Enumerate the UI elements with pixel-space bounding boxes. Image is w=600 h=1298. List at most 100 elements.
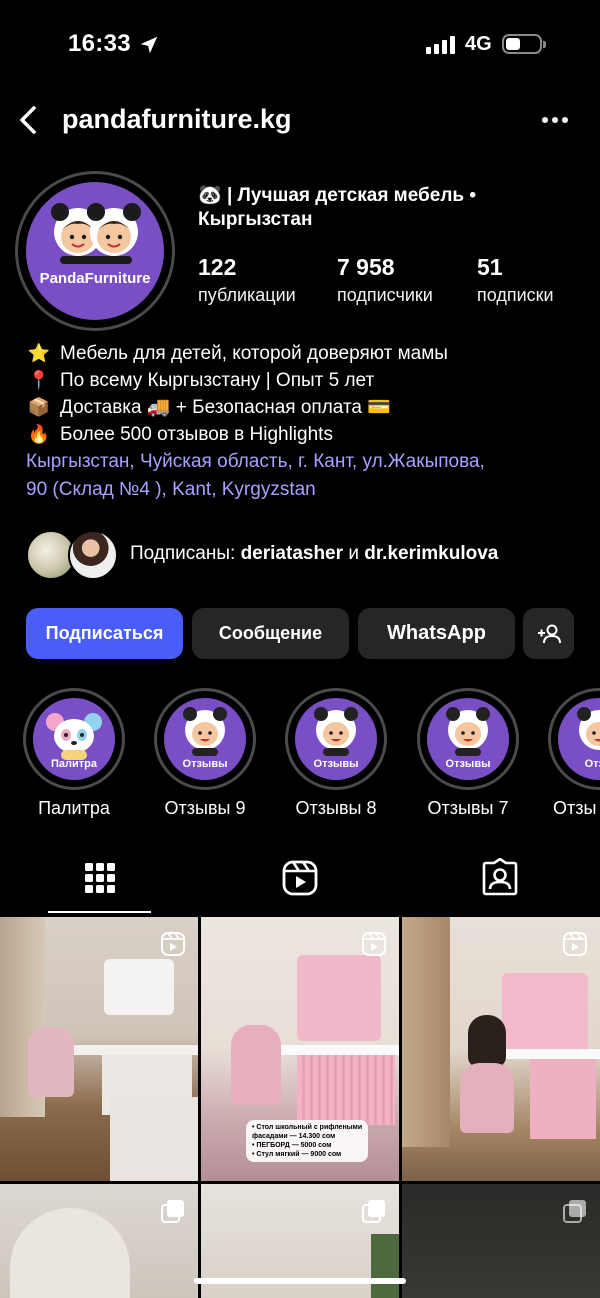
package-emoji-icon: 📦 bbox=[27, 397, 51, 417]
profile-category: 🐼 | Лучшая детская мебель • Кыргызстан bbox=[198, 184, 578, 232]
highlight-ring: Отзывы bbox=[417, 688, 519, 790]
highlight-ring: Отзы bbox=[548, 688, 600, 790]
child-figure bbox=[468, 1015, 506, 1067]
grid-tab-icon[interactable] bbox=[80, 858, 120, 898]
followed-by-text[interactable]: Подписаны: deriatasher и dr.kerimkulova bbox=[130, 543, 498, 565]
stat-label: подписчики bbox=[337, 285, 433, 305]
highlight-cover: Отзы bbox=[558, 698, 600, 780]
battery-icon bbox=[502, 34, 546, 54]
stat-label: публикации bbox=[198, 285, 296, 305]
highlight-reviews-8[interactable]: Отзывы Отзывы 8 bbox=[284, 688, 388, 819]
more-options-icon[interactable] bbox=[540, 108, 570, 132]
bio-line: По всему Кыргызстану | Опыт 5 лет bbox=[60, 370, 375, 391]
bio-line: Мебель для детей, которой доверяют мамы bbox=[60, 343, 448, 364]
fire-emoji-icon: 🔥 bbox=[27, 424, 51, 444]
star-emoji-icon: ⭐ bbox=[27, 343, 51, 363]
highlight-clip: Отзы Отзы bbox=[547, 688, 600, 838]
whatsapp-button[interactable]: WhatsApp bbox=[358, 608, 515, 659]
highlight-cover-caption: Отзывы bbox=[182, 758, 228, 770]
highlight-palette[interactable]: Палитра Палитра bbox=[22, 688, 126, 819]
location-line-1: Кыргызстан, Чуйская область, г. Кант, ул… bbox=[26, 451, 485, 472]
highlight-ring: Отзывы bbox=[285, 688, 387, 790]
category-line-2: Кыргызстан bbox=[198, 209, 313, 230]
stat-followers[interactable]: 7 958 подписчики bbox=[337, 254, 433, 306]
highlight-title: Отзы bbox=[553, 798, 597, 818]
desk-top bbox=[72, 1045, 198, 1055]
network-type: 4G bbox=[465, 33, 492, 55]
pink-chair bbox=[28, 1027, 74, 1097]
followed-by-prefix: Подписаны: bbox=[130, 543, 236, 564]
tagged-tab-icon[interactable] bbox=[480, 858, 520, 898]
highlight-reviews-7[interactable]: Отзывы Отзывы 7 bbox=[416, 688, 520, 819]
stat-following[interactable]: 51 подписки bbox=[477, 254, 554, 306]
location-line-2: 90 (Склад №4 ), Kant, Kyrgyzstan bbox=[26, 479, 316, 500]
follower-avatar-2[interactable] bbox=[68, 530, 118, 580]
followed-by-user-1: deriatasher bbox=[240, 543, 344, 564]
shell-headboard bbox=[10, 1208, 130, 1298]
carousel-icon bbox=[563, 1200, 586, 1223]
bio-line: Более 500 отзывов в Highlights bbox=[60, 424, 333, 445]
avatar[interactable]: PandaFurniture bbox=[26, 182, 164, 320]
message-button[interactable]: Сообщение bbox=[192, 608, 349, 659]
highlight-reviews-6[interactable]: Отзы Отзы bbox=[547, 688, 600, 819]
highlight-title: Отзывы 9 bbox=[164, 798, 246, 818]
signal-icon bbox=[426, 36, 455, 54]
category-line-1: | Лучшая детская мебель • bbox=[226, 185, 477, 206]
pink-chair bbox=[231, 1025, 281, 1105]
home-indicator[interactable] bbox=[194, 1278, 406, 1284]
highlight-reviews-9[interactable]: Отзывы Отзывы 9 bbox=[153, 688, 257, 819]
highlight-title: Палитра bbox=[38, 798, 110, 818]
profile-username: pandafurniture.kg bbox=[62, 104, 292, 134]
location-arrow-icon bbox=[140, 36, 158, 54]
carousel-icon bbox=[161, 1200, 184, 1223]
stat-value: 122 bbox=[198, 254, 237, 280]
reel-icon bbox=[161, 932, 185, 956]
plant bbox=[371, 1234, 399, 1298]
highlight-cover-caption: Отзы bbox=[584, 758, 600, 770]
suggest-users-button[interactable] bbox=[523, 608, 574, 659]
post-caption-line: • Стол школьный с рифлеными bbox=[252, 1124, 363, 1131]
status-time: 16:33 bbox=[68, 30, 131, 57]
ribbed-desk-front bbox=[297, 1055, 395, 1125]
post-tile[interactable] bbox=[402, 1184, 600, 1298]
stat-value: 7 958 bbox=[337, 254, 395, 280]
desk-drawers bbox=[530, 1059, 596, 1139]
post-caption-line: фасадами — 14.300 сом bbox=[252, 1133, 336, 1140]
active-tab-indicator bbox=[48, 911, 151, 913]
pin-emoji-icon: 📍 bbox=[27, 370, 51, 390]
curtain bbox=[402, 917, 450, 1147]
follow-button[interactable]: Подписаться bbox=[26, 608, 183, 659]
back-icon[interactable] bbox=[12, 102, 42, 138]
pink-pegboard bbox=[502, 973, 588, 1053]
highlight-cover-caption: Палитра bbox=[51, 758, 97, 770]
bio-line: Доставка 🚚 + Безопасная оплата 💳 bbox=[60, 397, 391, 418]
pink-chair bbox=[460, 1063, 514, 1133]
location-link[interactable]: Кыргызстан, Чуйская область, г. Кант, ул… bbox=[26, 448, 586, 504]
post-tile[interactable]: • Стол школьный с рифлеными фасадами — 1… bbox=[201, 917, 399, 1181]
highlight-ring: Палитра bbox=[23, 688, 125, 790]
panda-kids-logo bbox=[51, 203, 141, 264]
reel-icon bbox=[563, 932, 587, 956]
bed bbox=[110, 1097, 198, 1181]
reels-tab-icon[interactable] bbox=[280, 858, 320, 898]
pink-pegboard bbox=[297, 955, 381, 1041]
stat-posts[interactable]: 122 публикации bbox=[198, 254, 296, 306]
panda-emoji-icon: 🐼 bbox=[198, 185, 222, 206]
highlight-cover-caption: Отзывы bbox=[313, 758, 359, 770]
reel-icon bbox=[362, 932, 386, 956]
followed-by-user-2: dr.kerimkulova bbox=[364, 543, 499, 564]
pegboard bbox=[104, 959, 174, 1015]
carousel-icon bbox=[362, 1200, 385, 1223]
status-bar: 16:33 4G bbox=[0, 0, 600, 90]
post-tile[interactable] bbox=[0, 917, 198, 1181]
highlight-cover: Палитра bbox=[33, 698, 115, 780]
highlight-ring: Отзывы bbox=[154, 688, 256, 790]
post-tile[interactable] bbox=[402, 917, 600, 1181]
highlight-cover: Отзывы bbox=[427, 698, 509, 780]
stat-label: подписки bbox=[477, 285, 554, 305]
avatar-brand-text: PandaFurniture bbox=[39, 270, 151, 287]
followed-by-joiner: и bbox=[348, 543, 359, 564]
post-caption-line: • Стул мягкий — 9000 сом bbox=[252, 1151, 342, 1158]
post-tile[interactable] bbox=[0, 1184, 198, 1298]
highlight-title: Отзывы 7 bbox=[427, 798, 509, 818]
